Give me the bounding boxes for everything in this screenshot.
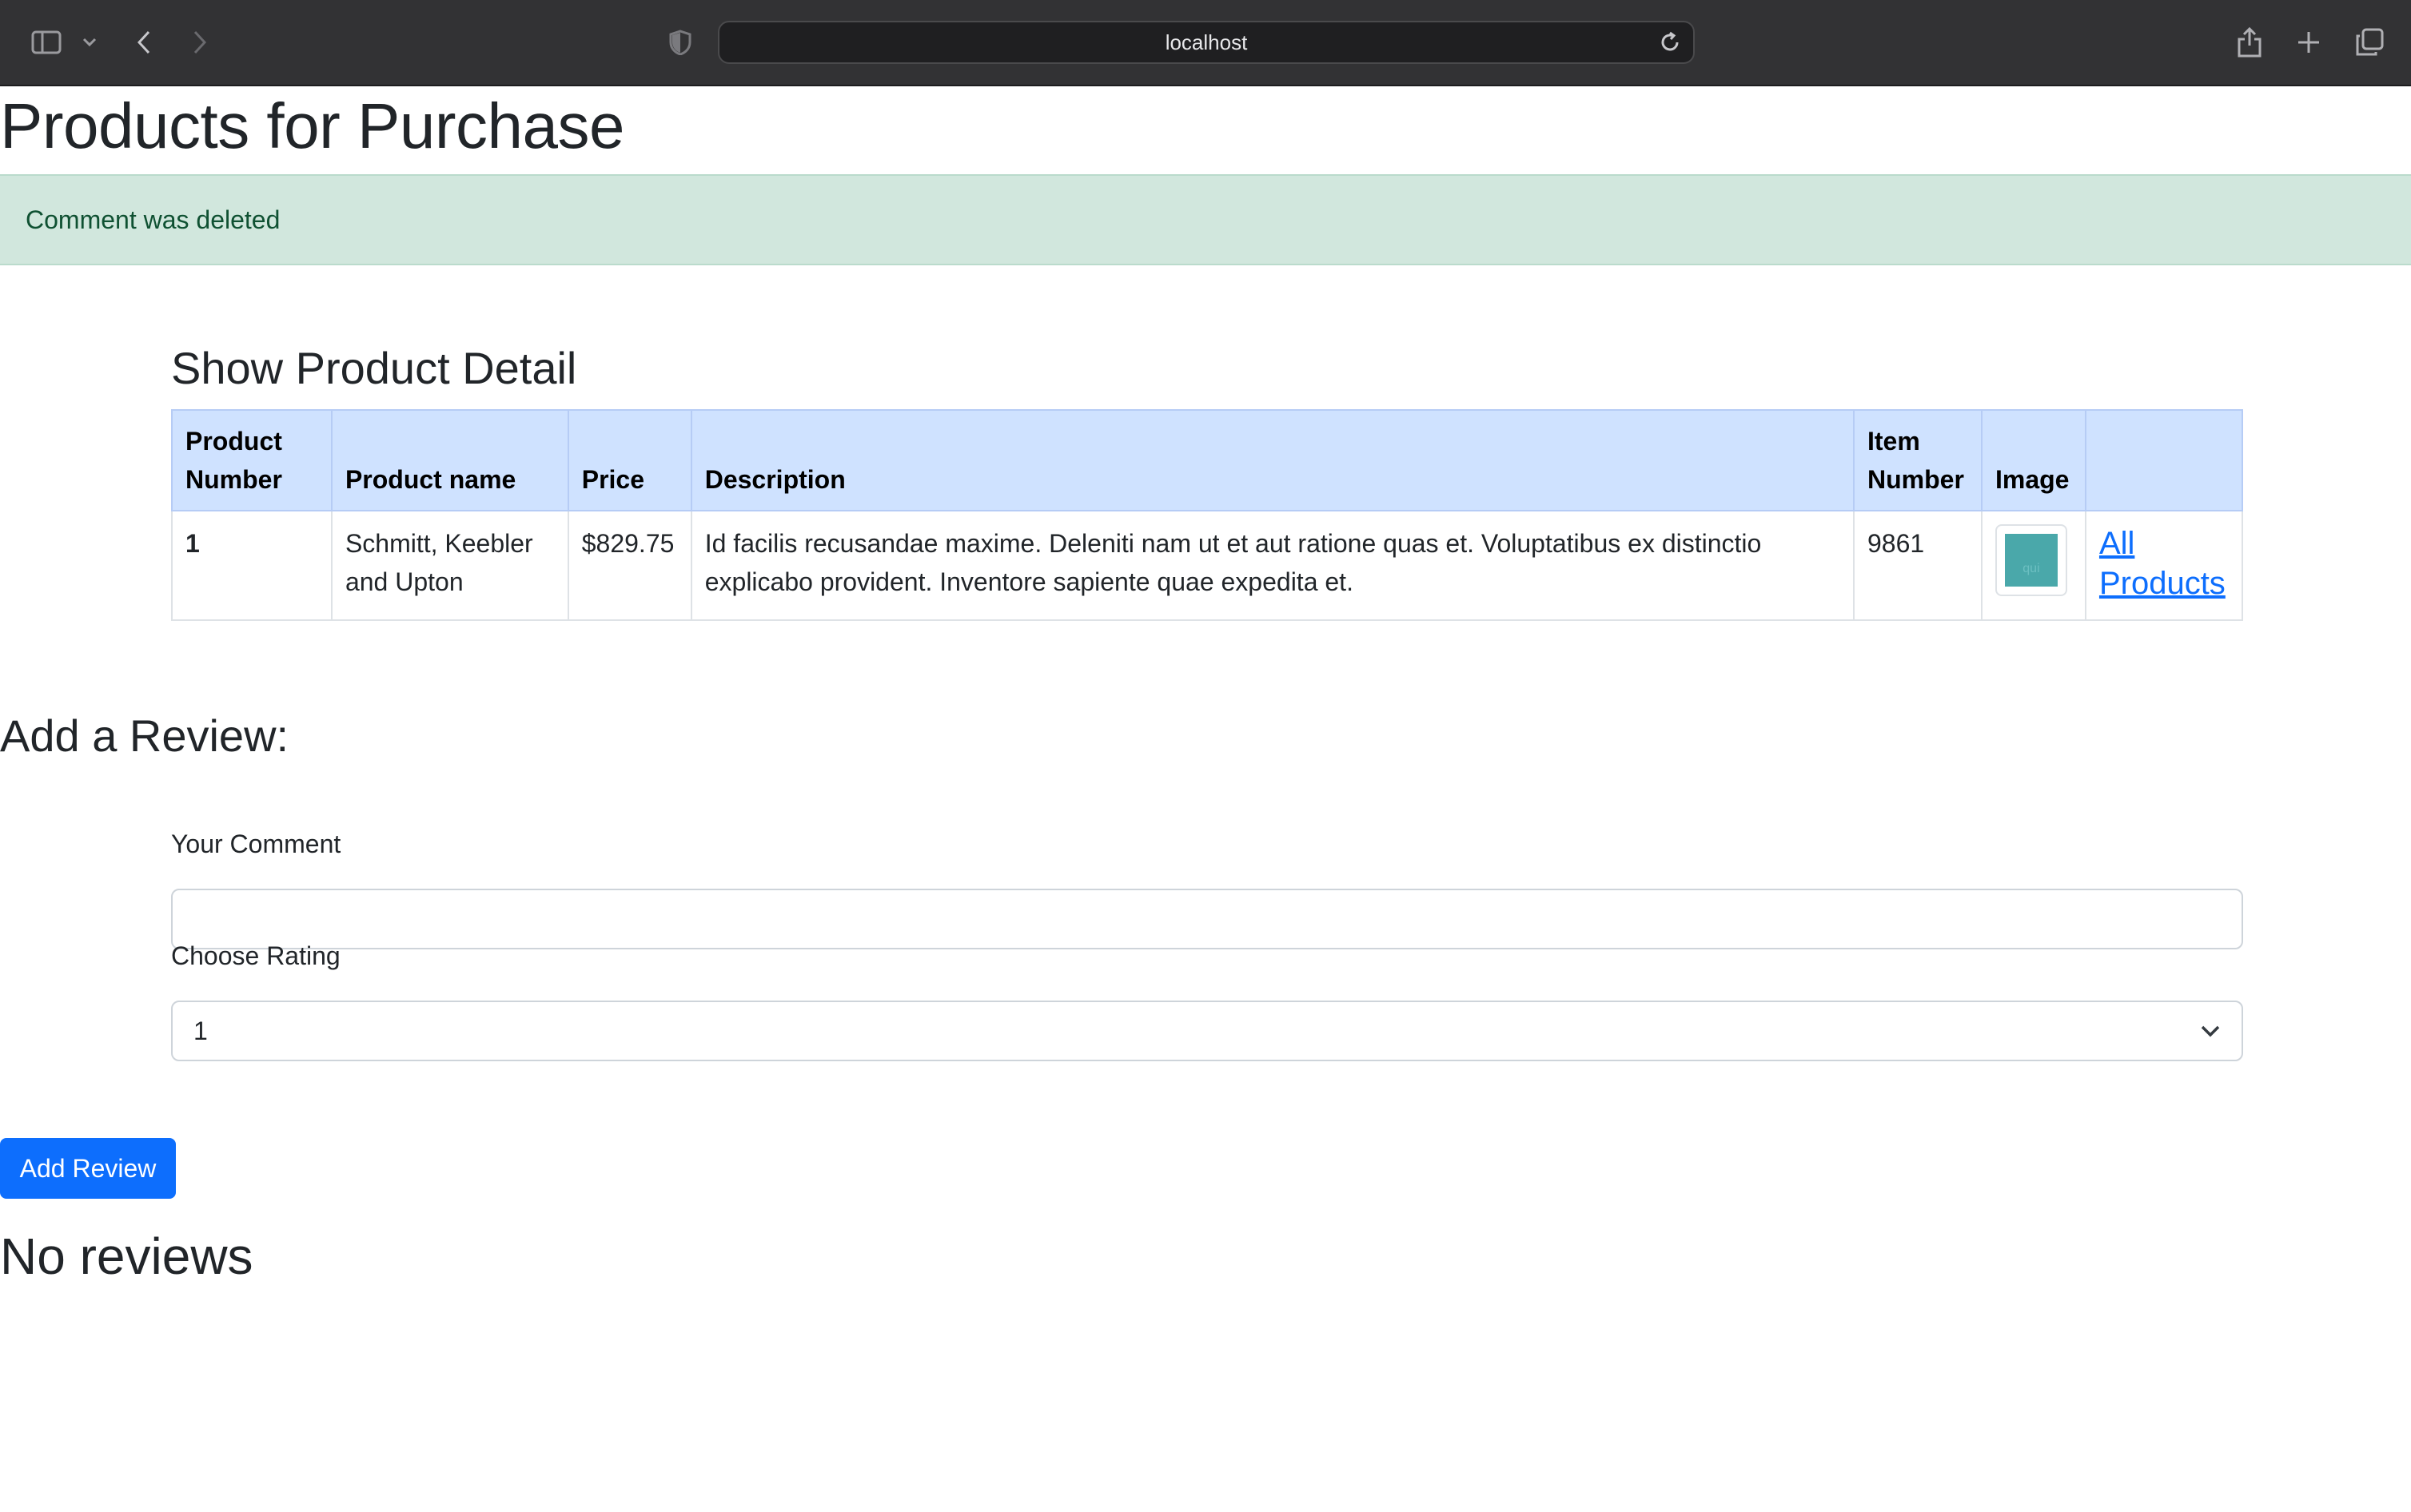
rating-select[interactable]: 1	[171, 1001, 2243, 1061]
cell-item-number: 9861	[1852, 510, 1983, 621]
back-icon[interactable]	[134, 0, 153, 85]
chevron-down-icon[interactable]	[80, 0, 99, 85]
forward-icon[interactable]	[190, 0, 209, 85]
header-description: Description	[690, 409, 1855, 511]
rating-label: Choose Rating	[171, 941, 341, 970]
cell-image: qui	[1980, 510, 2086, 621]
cell-product-number: 1	[171, 510, 333, 621]
chevron-down-icon	[2200, 1020, 2221, 1046]
url-text: localhost	[1165, 30, 1248, 54]
sidebar-icon[interactable]	[29, 0, 64, 85]
header-image: Image	[1980, 409, 2086, 511]
table-row: 1 Schmitt, Keebler and Upton $829.75 Id …	[171, 510, 2244, 621]
add-review-title: Add a Review:	[0, 710, 289, 761]
header-link	[2084, 409, 2244, 511]
success-alert: Comment was deleted	[0, 174, 2411, 265]
section-title: Show Product Detail	[171, 343, 577, 393]
product-thumbnail: qui	[1995, 524, 2067, 596]
cell-price: $829.75	[567, 510, 692, 621]
header-item-number: Item Number	[1852, 409, 1983, 511]
cell-product-name: Schmitt, Keebler and Upton	[330, 510, 569, 621]
header-product-number: Product Number	[171, 409, 333, 511]
all-products-link[interactable]: All Products	[2099, 526, 2226, 601]
add-review-button[interactable]: Add Review	[0, 1138, 176, 1199]
page-title: Products for Purchase	[0, 90, 624, 161]
browser-toolbar: localhost	[0, 0, 2411, 86]
shield-icon	[668, 0, 692, 85]
cell-description: Id facilis recusandae maxime. Deleniti n…	[690, 510, 1855, 621]
new-tab-icon[interactable]	[2294, 0, 2323, 85]
image-alt-text: qui	[2022, 562, 2040, 575]
product-image: qui	[2004, 534, 2058, 587]
tabs-overview-icon[interactable]	[2353, 0, 2385, 85]
no-reviews-heading: No reviews	[0, 1228, 253, 1285]
product-detail-table: Product Number Product name Price Descri…	[171, 409, 2244, 621]
comment-label: Your Comment	[171, 830, 341, 858]
header-price: Price	[567, 409, 692, 511]
cell-link: All Products	[2084, 510, 2244, 621]
header-product-name: Product name	[330, 409, 569, 511]
share-icon[interactable]	[2235, 0, 2264, 85]
reload-icon[interactable]	[1658, 30, 1682, 54]
address-bar[interactable]: localhost	[718, 21, 1695, 64]
table-header-row: Product Number Product name Price Descri…	[171, 409, 2244, 511]
rating-selected-value: 1	[193, 1017, 208, 1045]
comment-input[interactable]	[171, 889, 2243, 949]
